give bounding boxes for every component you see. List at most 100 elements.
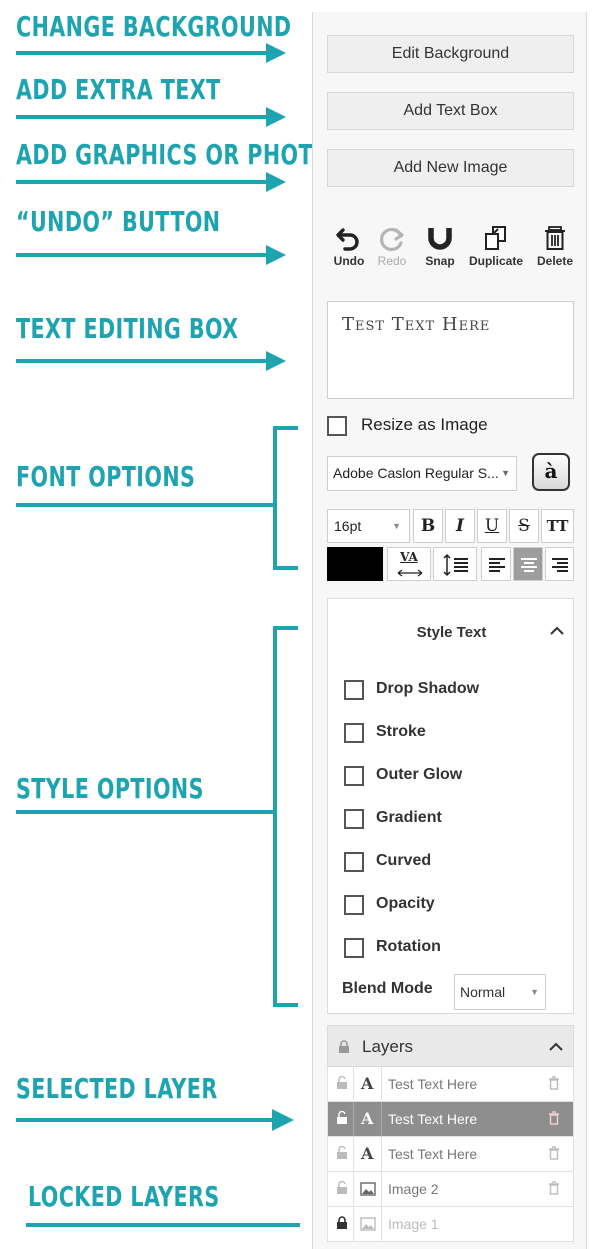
strikethrough-button[interactable]: S <box>509 509 539 543</box>
align-left-button[interactable] <box>481 547 511 581</box>
outer-glow-label: Outer Glow <box>376 766 463 783</box>
layer-name: Image 1 <box>388 1216 439 1232</box>
delete-button[interactable]: Delete <box>533 224 577 268</box>
annotation-column: CHANGE BACKGROUND ADD EXTRA TEXT ADD GRA… <box>0 0 331 1249</box>
font-size-select[interactable]: 16pt ▼ <box>327 509 410 543</box>
layer-name: Test Text Here <box>388 1146 478 1162</box>
trash-icon[interactable] <box>548 1076 560 1090</box>
unlock-icon <box>337 1181 347 1194</box>
redo-icon <box>375 224 409 252</box>
duplicate-button[interactable]: Duplicate <box>463 224 529 268</box>
image-layer-icon <box>360 1182 376 1196</box>
undo-label: Undo <box>333 254 365 268</box>
snap-button[interactable]: Snap <box>421 224 459 268</box>
rotation-checkbox[interactable] <box>344 938 364 958</box>
chevron-up-icon[interactable] <box>549 1042 563 1052</box>
align-right-icon <box>552 558 568 572</box>
add-new-image-button[interactable]: Add New Image <box>327 149 574 187</box>
layer-lock-cell[interactable] <box>328 1172 354 1206</box>
magnet-icon <box>421 224 459 252</box>
layer-name: Image 2 <box>388 1181 439 1197</box>
redo-label: Redo <box>377 254 407 268</box>
underline-button[interactable]: U <box>477 509 507 543</box>
chevron-down-icon: ▼ <box>392 521 401 531</box>
trash-icon[interactable] <box>548 1111 560 1125</box>
snap-label: Snap <box>425 254 455 268</box>
add-text-box-button[interactable]: Add Text Box <box>327 92 574 130</box>
all-caps-button[interactable]: TT <box>541 509 574 543</box>
duplicate-label: Duplicate <box>468 254 523 268</box>
text-layer-icon: A <box>361 1109 374 1128</box>
align-left-icon <box>489 558 505 572</box>
layer-lock-cell[interactable] <box>328 1102 354 1136</box>
letter-spacing-icon <box>397 569 423 577</box>
layer-row-locked[interactable]: Image 1 <box>327 1207 574 1242</box>
italic-button[interactable]: I <box>445 509 475 543</box>
duplicate-icon <box>463 224 529 252</box>
style-text-section: Style Text Drop Shadow Stroke Outer Glow… <box>327 598 574 1014</box>
curved-checkbox[interactable] <box>344 852 364 872</box>
text-layer-icon: A <box>361 1144 374 1163</box>
delete-label: Delete <box>536 254 574 268</box>
line-height-button[interactable] <box>433 547 477 581</box>
text-layer-icon: A <box>361 1074 374 1093</box>
edit-background-button[interactable]: Edit Background <box>327 35 574 73</box>
opacity-checkbox[interactable] <box>344 895 364 915</box>
line-height-icon <box>443 553 468 577</box>
blend-mode-label: Blend Mode <box>342 980 433 997</box>
drop-shadow-label: Drop Shadow <box>376 680 480 697</box>
lock-icon <box>337 1216 347 1229</box>
layers-title: Layers <box>362 1037 414 1056</box>
align-center-icon <box>521 558 537 572</box>
blend-mode-select[interactable]: Normal ▼ <box>454 974 546 1010</box>
chevron-down-icon: ▼ <box>501 468 510 478</box>
unlock-icon <box>337 1111 347 1124</box>
curved-label: Curved <box>376 852 432 869</box>
lock-icon <box>339 1040 349 1053</box>
trash-icon <box>533 224 577 252</box>
stroke-checkbox[interactable] <box>344 723 364 743</box>
style-text-title[interactable]: Style Text <box>328 624 575 641</box>
layer-lock-cell[interactable] <box>328 1207 354 1241</box>
chevron-down-icon: ▼ <box>530 987 539 997</box>
redo-button[interactable]: Redo <box>375 224 409 268</box>
layer-lock-cell[interactable] <box>328 1067 354 1101</box>
layer-row[interactable]: A Test Text Here <box>327 1137 574 1172</box>
letter-spacing-label: VA <box>400 550 418 564</box>
layer-lock-cell[interactable] <box>328 1137 354 1171</box>
trash-icon[interactable] <box>548 1181 560 1195</box>
text-editing-box[interactable]: Test Text Here <box>327 301 574 399</box>
stroke-label: Stroke <box>376 723 426 740</box>
gradient-checkbox[interactable] <box>344 809 364 829</box>
bold-button[interactable]: B <box>413 509 443 543</box>
resize-as-image-checkbox[interactable] <box>327 416 347 436</box>
align-right-button[interactable] <box>545 547 574 581</box>
layer-row-selected[interactable]: A Test Text Here <box>327 1102 574 1137</box>
layer-name: Test Text Here <box>388 1111 478 1127</box>
annotation-arrows <box>16 43 300 1227</box>
layer-row[interactable]: A Test Text Here <box>327 1067 574 1102</box>
resize-as-image-label: Resize as Image <box>361 415 488 434</box>
layers-header[interactable]: Layers <box>327 1025 574 1067</box>
undo-button[interactable]: Undo <box>331 224 367 268</box>
special-characters-button[interactable]: à <box>532 453 570 491</box>
trash-icon[interactable] <box>548 1146 560 1160</box>
letter-spacing-button[interactable]: VA <box>387 547 431 581</box>
unlock-icon <box>337 1076 347 1089</box>
font-family-value: Adobe Caslon Regular S... <box>333 465 499 481</box>
image-layer-icon <box>360 1217 376 1231</box>
gradient-label: Gradient <box>376 809 442 826</box>
undo-icon <box>331 224 367 252</box>
opacity-label: Opacity <box>376 895 435 912</box>
unlock-icon <box>337 1146 347 1159</box>
align-center-button[interactable] <box>513 547 543 581</box>
outer-glow-checkbox[interactable] <box>344 766 364 786</box>
font-family-select[interactable]: Adobe Caslon Regular S... ▼ <box>327 456 517 491</box>
chevron-up-icon[interactable] <box>550 623 564 639</box>
blend-mode-value: Normal <box>460 984 506 1000</box>
editor-panel: Edit Background Add Text Box Add New Ima… <box>312 12 587 1249</box>
layer-row[interactable]: Image 2 <box>327 1172 574 1207</box>
text-color-swatch[interactable] <box>327 547 383 581</box>
drop-shadow-checkbox[interactable] <box>344 680 364 700</box>
layer-name: Test Text Here <box>388 1076 478 1092</box>
